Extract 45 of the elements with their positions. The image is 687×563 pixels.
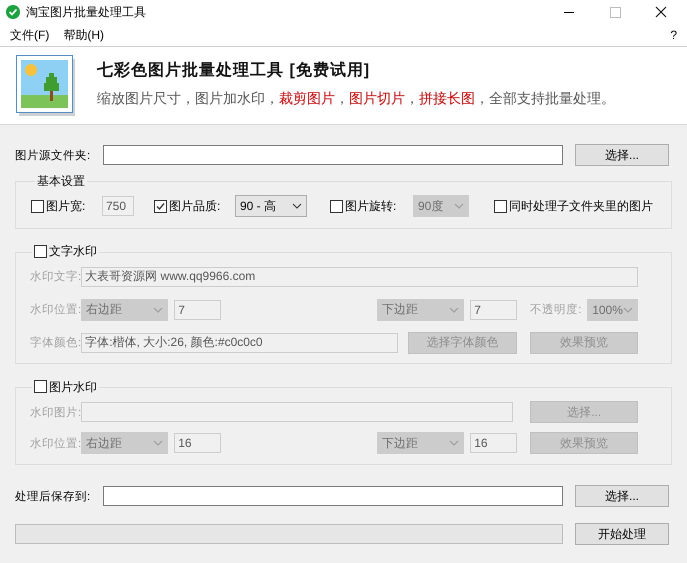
caret-icon [153,306,164,312]
group-title: 基本设置 [36,174,86,188]
menu-item[interactable]: 帮助(H) [56,26,111,44]
offset-field[interactable]: 16 [174,433,222,453]
field-label: 水印位置: [30,436,82,450]
caret-icon [292,203,302,209]
source-folder-field[interactable] [103,145,563,165]
output-folder-field[interactable] [103,486,563,506]
choose-button[interactable]: 选择... [575,485,669,507]
font-field[interactable]: 字体:楷体, 大小:26, 颜色:#c0c0c0 [81,332,398,352]
caret-icon [449,306,460,312]
choose-button[interactable]: 选择... [575,144,669,166]
checkbox[interactable]: 图片水印 [34,380,97,394]
field-label: 水印文字: [30,269,82,284]
field-label: 水印位置: [30,302,82,317]
field-label: 不透明度: [530,302,582,317]
checkmark-icon [155,200,166,212]
width-field[interactable]: 750 [102,196,134,216]
watermark-text-field[interactable]: 大表哥资源网 www.qq9966.com [81,266,638,286]
start-button[interactable]: 开始处理 [575,523,669,545]
field-label: 水印图片: [30,406,82,420]
watermark-image-field[interactable] [81,402,514,422]
check-icon [6,5,20,19]
menu-item[interactable]: 文件(F) [3,26,56,44]
caret-icon [623,306,634,312]
field-label: 处理后保存到: [15,490,92,504]
help-button[interactable]: ? [670,28,677,42]
landscape-icon [16,55,76,117]
caret-icon [153,440,164,446]
field-label: 字体颜色: [30,335,82,350]
description-text: 缩放图片尺寸，图片加水印，裁剪图片，图片切片，拼接长图，全部支持批量处理。 [97,90,615,108]
checkbox[interactable]: 图片品质: [154,198,235,214]
offset-field[interactable]: 7 [174,300,222,320]
checkbox[interactable]: 图片旋转: [330,198,413,214]
checkbox[interactable]: 文字水印 [34,244,97,258]
caret-icon [449,440,460,446]
field-label: 图片源文件夹: [15,148,92,162]
offset-field[interactable]: 7 [470,300,518,320]
offset-field[interactable]: 16 [470,433,518,453]
checkbox[interactable]: 图片宽: [31,198,102,214]
quality-dropdown[interactable]: 90 - 高 [235,195,307,217]
caret-icon [454,203,464,209]
app-title: 七彩色图片批量处理工具 [免费试用] [97,60,372,81]
window-title: 淘宝图片批量处理工具 [26,4,146,20]
checkbox[interactable]: 同时处理子文件夹里的图片 [494,198,653,214]
